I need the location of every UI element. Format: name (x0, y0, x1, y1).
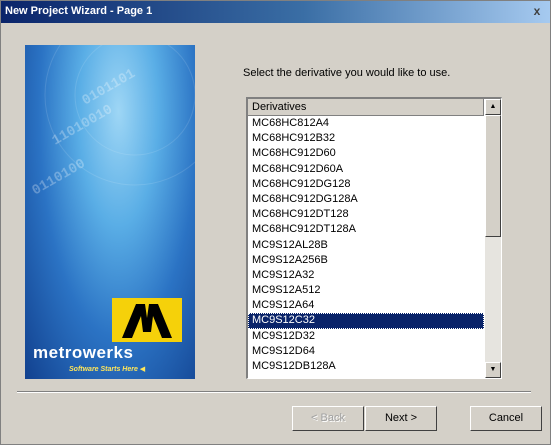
list-item[interactable]: MC68HC912DG128 (248, 177, 484, 192)
list-item[interactable]: MC68HC912D60 (248, 146, 484, 161)
svg-text:0101101: 0101101 (80, 66, 139, 109)
metrowerks-logo (112, 298, 182, 342)
instruction-text: Select the derivative you would like to … (243, 67, 451, 79)
list-item[interactable]: MC9S12A64 (248, 298, 484, 313)
list-item[interactable]: MC9S12C32 (248, 313, 484, 329)
list-item[interactable]: MC9S12A512 (248, 283, 484, 298)
close-button[interactable]: x (530, 4, 544, 18)
title-bar: New Project Wizard - Page 1 x (1, 1, 550, 23)
svg-text:0110100: 0110100 (30, 156, 89, 199)
list-item[interactable]: MC9S12DB128A (248, 359, 484, 374)
list-item[interactable]: MC68HC912DT128 (248, 207, 484, 222)
list-item[interactable]: MC68HC912DT128A (248, 222, 484, 237)
list-item[interactable]: MC68HC812A4 (248, 116, 484, 131)
list-item[interactable]: MC68HC912DG128A (248, 192, 484, 207)
scroll-thumb[interactable] (485, 115, 501, 237)
wizard-dialog: New Project Wizard - Page 1 x 0101101 11… (0, 0, 551, 445)
derivatives-listbox[interactable]: Derivatives MC68HC812A4 MC68HC912B32 MC68H… (246, 97, 502, 379)
list-item[interactable]: MC9S12AL28B (248, 238, 484, 253)
svg-text:11010010: 11010010 (50, 102, 116, 149)
list-item[interactable]: MC9S12A32 (248, 268, 484, 283)
brand-name: metrowerks (33, 343, 134, 362)
logo-mark-icon (122, 304, 172, 338)
scroll-up-button[interactable]: ▲ (485, 99, 501, 115)
back-button[interactable]: < Back (292, 406, 364, 431)
footer-divider (17, 391, 531, 393)
list-scrollbar[interactable]: ▲ ▼ (485, 99, 501, 378)
next-button[interactable]: Next > (365, 406, 437, 431)
window-title: New Project Wizard - Page 1 (5, 5, 153, 17)
metrowerks-banner: 0101101 11010010 0110100 metrowerks Soft… (25, 45, 195, 379)
cancel-button[interactable]: Cancel (470, 406, 542, 431)
list-item[interactable]: MC68HC912B32 (248, 131, 484, 146)
scroll-down-button[interactable]: ▼ (485, 362, 501, 378)
list-item[interactable]: MC68HC912D60A (248, 162, 484, 177)
list-item[interactable]: MC9S12A256B (248, 253, 484, 268)
list-item[interactable]: MC9S12D64 (248, 344, 484, 359)
list-item[interactable]: MC9S12D32 (248, 329, 484, 344)
derivatives-list[interactable]: MC68HC812A4 MC68HC912B32 MC68HC912D60 MC68H… (248, 116, 484, 378)
brand-tagline: Software Starts Here ◀ (69, 366, 146, 373)
list-column-header[interactable]: Derivatives (248, 99, 484, 116)
